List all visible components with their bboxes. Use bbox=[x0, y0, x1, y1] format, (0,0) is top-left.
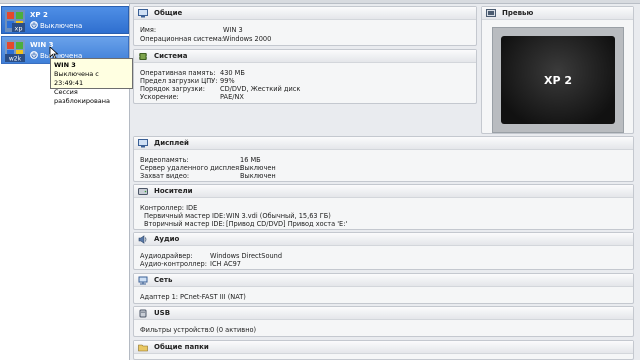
speaker-icon bbox=[138, 235, 147, 244]
preview-section: Превью XP 2 bbox=[481, 6, 634, 134]
section-title: Общие папки bbox=[154, 343, 209, 351]
vm-state: Выключена bbox=[40, 22, 83, 30]
section-header[interactable]: Система bbox=[134, 50, 476, 63]
adapter-value: PCnet-FAST III (NAT) bbox=[180, 293, 246, 301]
section-title: USB bbox=[154, 309, 171, 317]
secondary-master-label: Вторичный мастер IDE: bbox=[144, 220, 225, 228]
folder-icon bbox=[138, 344, 148, 352]
video-capture-label: Захват видео: bbox=[140, 172, 190, 180]
video-capture-value: Выключен bbox=[240, 172, 276, 180]
section-header[interactable]: Дисплей bbox=[134, 137, 633, 150]
w2k-os-icon: w2k bbox=[5, 40, 25, 62]
section-title: Превью bbox=[502, 9, 534, 17]
secondary-master-value[interactable]: [Привод CD/DVD] Привод хоста 'E:' bbox=[226, 220, 347, 228]
vram-label: Видеопамять: bbox=[140, 156, 189, 164]
acceleration-label: Ускорение: bbox=[140, 93, 179, 101]
section-header[interactable]: Общие bbox=[134, 7, 476, 20]
powered-off-icon bbox=[30, 21, 38, 29]
chip-icon bbox=[139, 53, 147, 60]
section-header[interactable]: Общие папки bbox=[134, 341, 633, 354]
device-filters-value: 0 (0 активно) bbox=[210, 326, 257, 334]
acceleration-value: PAE/NX bbox=[220, 93, 244, 101]
vm-list-item-xp2[interactable]: xp XP 2 Выключена bbox=[1, 6, 129, 34]
xp-os-icon: xp bbox=[5, 10, 25, 32]
section-title: Система bbox=[154, 52, 188, 60]
section-header[interactable]: Сеть bbox=[134, 274, 633, 287]
os-label: Операционная система: bbox=[140, 35, 224, 43]
storage-icon bbox=[138, 188, 148, 195]
section-title: Общие bbox=[154, 9, 183, 17]
audio-controller-value: ICH AC97 bbox=[210, 260, 241, 268]
preview-display: XP 2 bbox=[501, 36, 615, 124]
w2k-os-label: w2k bbox=[9, 56, 22, 63]
shared-folders-section: Общие папки bbox=[133, 340, 634, 360]
primary-master-label: Первичный мастер IDE: bbox=[144, 212, 226, 220]
preview-screen: XP 2 bbox=[492, 27, 624, 133]
usb-section: USB Фильтры устройств: 0 (0 активно) bbox=[133, 306, 634, 337]
system-section: Система Оперативная память: 430 МБ Преде… bbox=[133, 49, 477, 104]
tooltip-line-state: Выключена с 23:49:41 bbox=[54, 70, 99, 87]
audio-driver-label: Аудиодрайвер: bbox=[140, 252, 193, 260]
preview-vm-name: XP 2 bbox=[543, 74, 573, 87]
memory-label: Оперативная память: bbox=[140, 69, 216, 77]
boot-order-value: CD/DVD, Жесткий диск bbox=[220, 85, 301, 93]
network-icon bbox=[138, 276, 148, 285]
cpu-cap-label: Предел загрузки ЦПУ: bbox=[140, 77, 218, 85]
remote-display-value: Выключен bbox=[240, 164, 276, 172]
tooltip-title: WIN 3 bbox=[54, 61, 76, 69]
cpu-cap-value: 99% bbox=[220, 77, 235, 85]
adapter-label: Адаптер 1: bbox=[140, 293, 179, 301]
name-label: Имя: bbox=[140, 26, 157, 34]
section-title: Аудио bbox=[154, 235, 180, 243]
memory-value: 430 МБ bbox=[220, 69, 245, 77]
monitor-icon bbox=[138, 9, 148, 18]
primary-master-value[interactable]: WIN 3.vdi (Обычный, 15,63 ГБ) bbox=[226, 212, 331, 220]
vm-name: XP 2 bbox=[30, 11, 48, 19]
boot-order-label: Порядок загрузки: bbox=[140, 85, 205, 93]
section-header[interactable]: USB bbox=[134, 307, 633, 320]
section-header[interactable]: Превью bbox=[482, 7, 633, 20]
vram-value: 16 МБ bbox=[240, 156, 261, 164]
remote-display-label: Сервер удаленного дисплея: bbox=[140, 164, 242, 172]
usb-icon bbox=[139, 309, 147, 318]
network-section: Сеть Адаптер 1: PCnet-FAST III (NAT) bbox=[133, 273, 634, 304]
section-title: Сеть bbox=[154, 276, 173, 284]
audio-driver-value: Windows DirectSound bbox=[210, 252, 283, 260]
storage-section: Носители Контроллер: IDE Первичный масте… bbox=[133, 184, 634, 230]
xp-os-label: xp bbox=[15, 25, 23, 33]
device-filters-label: Фильтры устройств: bbox=[140, 326, 211, 334]
preview-icon bbox=[486, 9, 496, 17]
tooltip-line-session: Сессия разблокирована bbox=[54, 88, 111, 105]
display-section: Дисплей Видеопамять: 16 МБ Сервер удален… bbox=[133, 136, 634, 182]
section-header[interactable]: Носители bbox=[134, 185, 633, 198]
os-value: Windows 2000 bbox=[223, 35, 272, 43]
controller-label: Контроллер: IDE bbox=[140, 204, 198, 212]
powered-off-icon bbox=[30, 51, 38, 59]
section-title: Носители bbox=[154, 187, 193, 195]
audio-controller-label: Аудио-контроллер: bbox=[140, 260, 207, 268]
vm-tooltip: WIN 3 Выключена с 23:49:41 Сессия разбло… bbox=[50, 58, 133, 105]
audio-section: Аудио Аудиодрайвер: Windows DirectSound … bbox=[133, 232, 634, 270]
display-icon bbox=[138, 139, 148, 148]
section-title: Дисплей bbox=[154, 139, 189, 147]
name-value: WIN 3 bbox=[223, 26, 243, 34]
general-section: Общие Имя: WIN 3 Операционная система: W… bbox=[133, 6, 477, 46]
section-header[interactable]: Аудио bbox=[134, 233, 633, 246]
